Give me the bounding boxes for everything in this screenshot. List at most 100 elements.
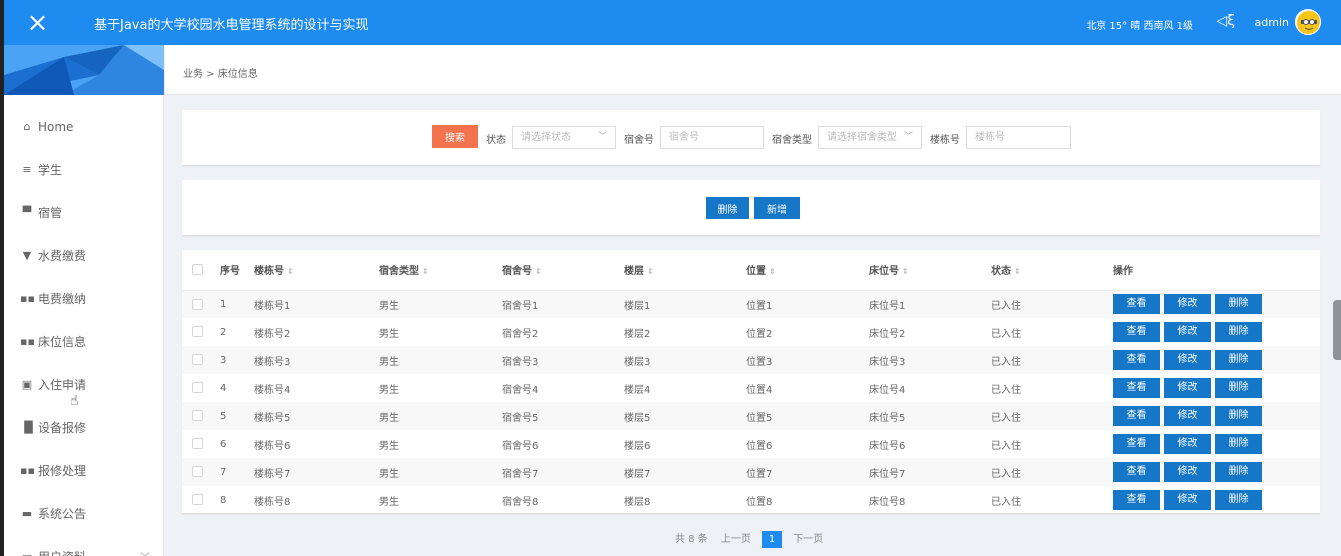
announcement-icon: ▬ [21,507,33,520]
next-page-button[interactable]: 下一页 [793,534,823,545]
select-all-checkbox[interactable] [192,264,203,275]
table-cell: 男生 [379,440,399,452]
edit-button[interactable]: 修改 [1164,490,1211,510]
delete-button[interactable]: 删除 [1215,406,1262,426]
row-checkbox[interactable] [192,298,203,310]
table-row: 7 楼栋号7 男生 宿舍号7 楼层7 位置7 床位号7 已入住 查看 修改 删除 [182,458,1320,486]
sort-icon[interactable]: ⇕ [422,267,429,276]
view-button[interactable]: 查看 [1113,434,1160,454]
add-button[interactable]: 新增 [754,197,800,219]
username[interactable]: admin [1255,16,1289,29]
edit-button[interactable]: 修改 [1164,322,1211,342]
edit-button[interactable]: 修改 [1164,294,1211,315]
row-select-cell [182,430,220,458]
sort-icon[interactable]: ⇕ [769,267,776,276]
delete-button[interactable]: 删除 [1215,294,1262,315]
search-button[interactable]: 搜索 [432,125,478,148]
sidebar-item-home[interactable]: ⌂ Home [4,105,164,148]
table-cell: 位置1 [746,290,869,318]
avatar[interactable] [1295,9,1321,35]
view-button[interactable]: 查看 [1113,462,1160,482]
bulk-delete-button[interactable]: 删除 [706,197,749,219]
column-header[interactable]: 位置 ⇕ [746,250,869,291]
room-type-select[interactable]: 请选择宿舍类型 ﹀ [818,126,922,149]
page-number-current[interactable]: 1 [762,531,783,548]
view-button[interactable]: 查看 [1113,350,1160,370]
sort-icon[interactable]: ⇕ [287,267,294,276]
row-checkbox[interactable] [192,354,203,366]
delete-button[interactable]: 删除 [1215,378,1262,398]
row-checkbox[interactable] [192,410,203,422]
sidebar-item-repair-report[interactable]: ▐▌ 设备报修 [4,406,164,449]
sidebar-item-checkin-apply[interactable]: ▣ 入住申请 [4,363,164,406]
delete-button[interactable]: 删除 [1215,462,1262,482]
row-checkbox[interactable] [192,382,203,394]
sound-icon[interactable]: ◁ξ [1216,13,1235,29]
sidebar-item-bed-info[interactable]: ▪▪ 床位信息 [4,320,164,363]
row-checkbox[interactable] [192,438,203,450]
row-actions: 查看 修改 删除 [1113,458,1320,486]
column-header[interactable]: 宿舍号 ⇕ [502,250,624,291]
building-input[interactable]: 楼栋号 [966,126,1071,149]
scrollbar-thumb[interactable] [1333,300,1341,360]
sidebar-item-label: 用户资料 [38,548,86,556]
table-cell: 宿舍号5 [502,402,624,430]
home-icon: ⌂ [23,120,31,133]
sidebar-item-electric-fee[interactable]: ▪▪ 电费缴纳 [4,277,164,320]
row-checkbox[interactable] [192,466,203,478]
banner-art [4,45,164,95]
data-table: 序号 楼栋号 ⇕ 宿舍类型 ⇕ 宿舍号 ⇕ 楼层 ⇕ 位置 ⇕ 床位号 ⇕ 状态 ⇕ 操作 1… [182,250,1320,514]
edit-button[interactable]: 修改 [1164,434,1211,454]
chevron-down-icon: ﹀ [597,132,607,142]
table-cell: 位置5 [746,402,869,430]
table-cell: 男生 [379,346,502,374]
sort-icon[interactable]: ⇕ [535,267,542,276]
edit-button[interactable]: 修改 [1164,406,1211,426]
sort-icon[interactable]: ⇕ [1014,267,1021,276]
view-button[interactable]: 查看 [1113,294,1160,315]
status-select[interactable]: 请选择状态 ﹀ [512,126,616,149]
row-checkbox[interactable] [192,326,203,338]
select-all-cell [182,250,220,291]
sidebar-item-repair-handle[interactable]: ▪▪ 报修处理 [4,449,164,492]
sidebar-item-user-profile[interactable]: ▭ 用户资料 ﹀ [4,535,164,556]
view-button[interactable]: 查看 [1113,490,1160,510]
table-cell: 楼栋号2 [254,328,291,340]
view-button[interactable]: 查看 [1113,406,1160,426]
edit-button[interactable]: 修改 [1164,462,1211,482]
room-label: 宿舍号 [624,135,654,146]
room-input[interactable]: 宿舍号 [660,126,764,149]
edit-button[interactable]: 修改 [1164,378,1211,398]
column-header[interactable]: 楼栋号 ⇕ [254,250,379,291]
view-button[interactable]: 查看 [1113,322,1160,342]
breadcrumb-bar: 业务 > 床位信息 [165,45,1341,95]
column-header[interactable]: 状态 ⇕ [991,250,1113,291]
close-icon[interactable]: × [4,0,71,45]
table-row: 5 楼栋号5 男生 宿舍号5 楼层5 位置5 床位号5 已入住 查看 修改 删除 [182,402,1320,430]
monitor-icon: ▀ [22,206,32,219]
column-header[interactable]: 宿舍类型 ⇕ [379,250,502,291]
column-header[interactable]: 床位号 ⇕ [869,250,991,291]
delete-button[interactable]: 删除 [1215,322,1262,342]
delete-button[interactable]: 删除 [1215,490,1262,510]
prev-page-button[interactable]: 上一页 [721,534,751,545]
sort-icon[interactable]: ⇕ [647,267,654,276]
delete-button[interactable]: 删除 [1215,350,1262,370]
edit-button[interactable]: 修改 [1164,350,1211,370]
data-table-panel: 序号 楼栋号 ⇕ 宿舍类型 ⇕ 宿舍号 ⇕ 楼层 ⇕ 位置 ⇕ 床位号 ⇕ 状态 ⇕ 操作 1… [182,250,1320,514]
table-cell: 床位号3 [869,346,991,374]
sidebar-item-student[interactable]: ≡ 学生 [4,148,164,191]
table-cell: 3 [220,346,254,374]
grid-icon: ▪▪ [20,335,35,348]
sidebar-item-label: 水费缴费 [38,249,87,263]
view-button[interactable]: 查看 [1113,378,1160,398]
row-checkbox[interactable] [192,494,203,506]
table-row: 3 楼栋号3 男生 宿舍号3 楼层3 位置3 床位号3 已入住 查看 修改 删除 [182,346,1320,374]
row-actions: 查看 修改 删除 [1113,374,1320,402]
delete-button[interactable]: 删除 [1215,434,1262,454]
sidebar-item-dorm-manager[interactable]: ▀ 宿管 [4,191,164,234]
sidebar-item-announcement[interactable]: ▬ 系统公告 [4,492,164,535]
sort-icon[interactable]: ⇕ [902,267,909,276]
sidebar-item-water-fee[interactable]: ▼ 水费缴费 [4,234,164,277]
column-header[interactable]: 楼层 ⇕ [624,250,746,291]
